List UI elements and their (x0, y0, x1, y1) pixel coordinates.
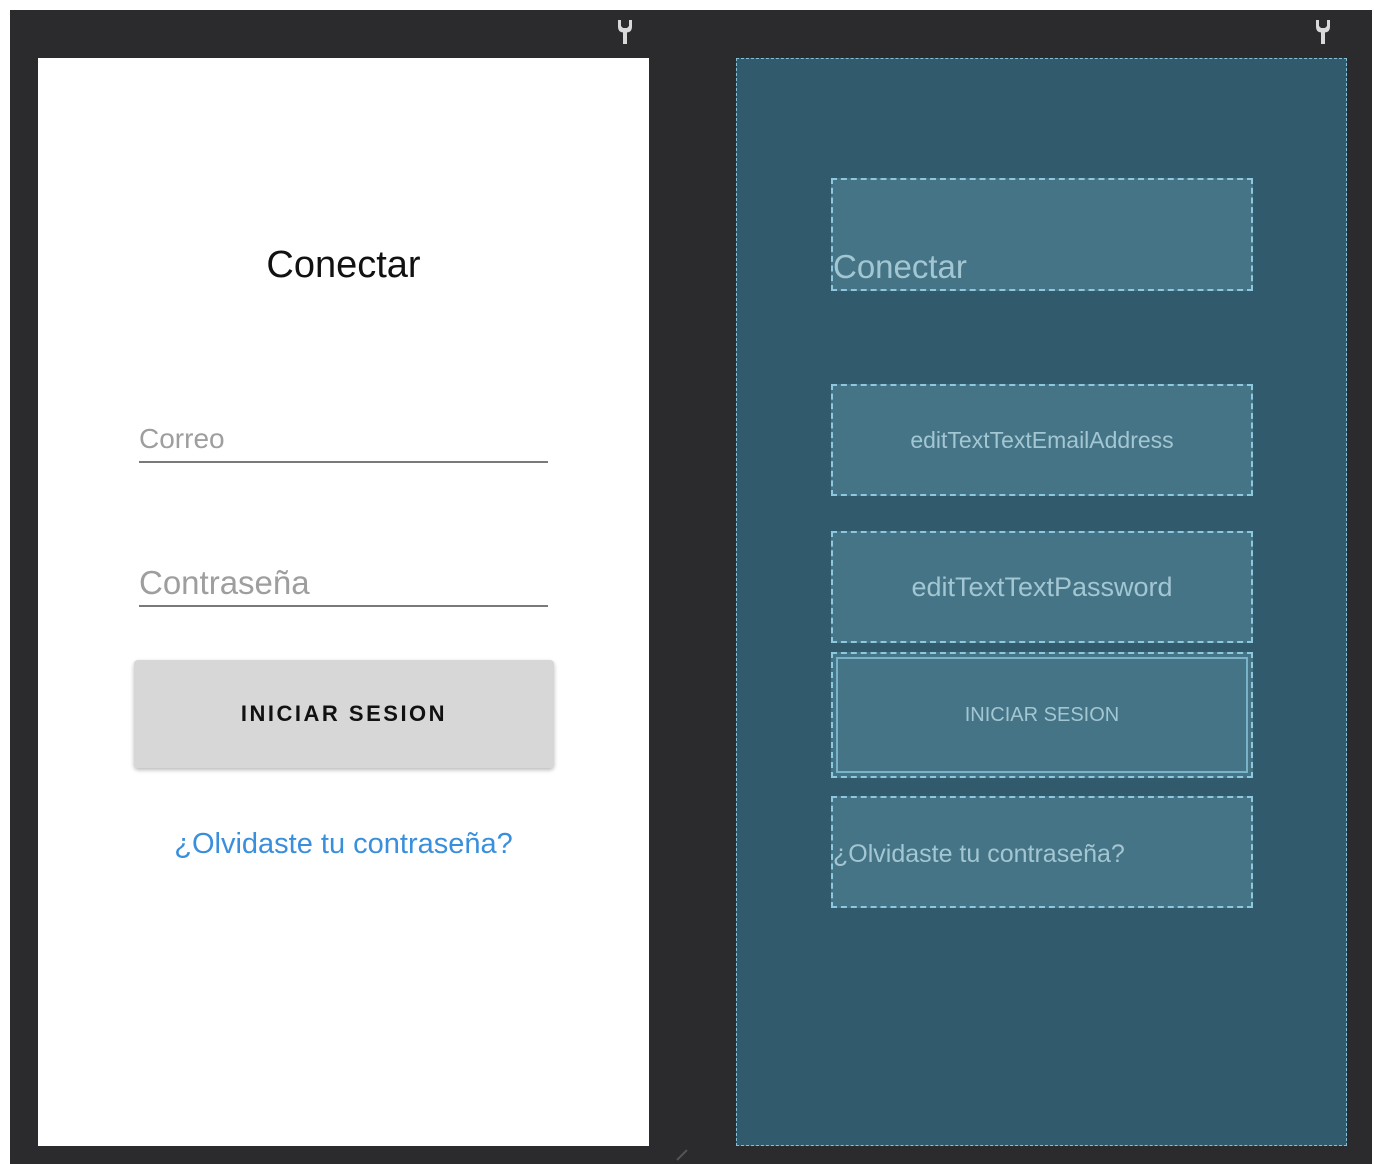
blueprint-forgot-label: ¿Olvidaste tu contraseña? (833, 840, 1125, 868)
blueprint-preview: Conectar editTextTextEmailAddress editTe… (736, 58, 1347, 1146)
blueprint-password-label: editTextTextPassword (911, 572, 1173, 602)
email-field-container (139, 417, 548, 463)
blueprint-email-field[interactable]: editTextTextEmailAddress (831, 384, 1253, 496)
resize-handle[interactable] (676, 1149, 688, 1161)
blueprint-email-label: editTextTextEmailAddress (910, 427, 1174, 453)
page-title: Conectar (266, 244, 421, 286)
blueprint-login-label: INICIAR SESION (964, 704, 1120, 726)
password-field-container (139, 561, 548, 607)
wrench-icon[interactable] (615, 18, 635, 46)
email-field[interactable] (139, 417, 548, 461)
blueprint-login-button[interactable]: INICIAR SESION (831, 652, 1253, 778)
forgot-password-link[interactable]: ¿Olvidaste tu contraseña? (38, 828, 649, 861)
design-preview: Conectar INICIAR SESION ¿Olvidaste tu co… (38, 58, 649, 1146)
blueprint-title-label: Conectar (833, 248, 967, 285)
blueprint-forgot-link[interactable]: ¿Olvidaste tu contraseña? (831, 796, 1253, 908)
password-field[interactable] (139, 561, 548, 605)
wrench-icon[interactable] (1313, 18, 1333, 46)
layout-editor-canvas: Conectar INICIAR SESION ¿Olvidaste tu co… (10, 10, 1372, 1164)
blueprint-password-field[interactable]: editTextTextPassword (831, 531, 1253, 643)
login-button[interactable]: INICIAR SESION (134, 660, 554, 768)
blueprint-title[interactable]: Conectar (831, 178, 1253, 291)
